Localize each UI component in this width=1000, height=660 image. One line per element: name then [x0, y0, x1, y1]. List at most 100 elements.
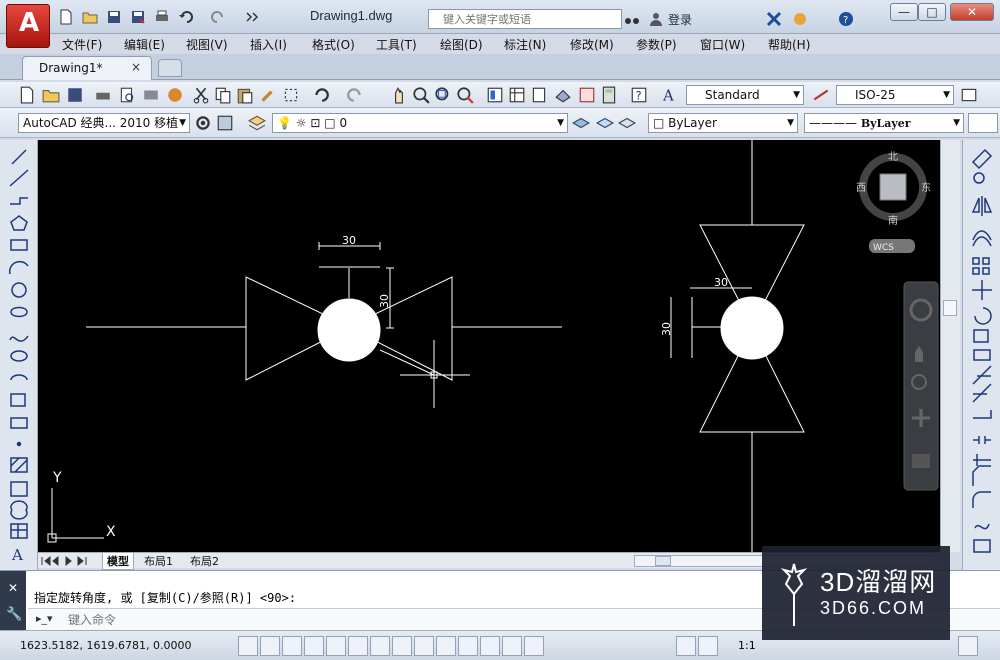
selection-cycling-button[interactable]: [524, 636, 544, 656]
plot-preview-icon[interactable]: [118, 86, 136, 104]
layer-properties-icon[interactable]: [248, 114, 266, 132]
paste-icon[interactable]: [236, 86, 254, 104]
app-menu-button[interactable]: A: [6, 4, 50, 48]
menu-modify[interactable]: 修改(M): [570, 36, 614, 53]
text-style-select[interactable]: Standard ▼: [686, 85, 804, 105]
menu-help[interactable]: 帮助(H): [768, 36, 810, 53]
new-file-icon[interactable]: [58, 9, 74, 25]
redo-icon[interactable]: [346, 86, 364, 104]
user-icon[interactable]: [648, 11, 664, 27]
properties-icon[interactable]: [486, 86, 504, 104]
transparency-button[interactable]: [480, 636, 500, 656]
menu-parametric[interactable]: 参数(P): [636, 36, 677, 53]
lineweight-button[interactable]: [458, 636, 478, 656]
3d-dwf-icon[interactable]: [166, 86, 184, 104]
help-icon[interactable]: ?: [838, 11, 854, 27]
layer-select[interactable]: 💡 ☼ ⊡ □ 0 ▼: [272, 113, 568, 133]
help-icon[interactable]: ?: [630, 86, 648, 104]
make-current-layer-icon[interactable]: [572, 114, 590, 132]
tab-layout1[interactable]: 布局1: [140, 553, 177, 569]
pan-icon[interactable]: [390, 86, 408, 104]
linetype-select[interactable]: ———— ByLayer ▼: [804, 113, 964, 133]
dim-style-select[interactable]: ISO-25 ▼: [836, 85, 954, 105]
viewcube[interactable]: 北 南 西 东 WCS: [856, 151, 931, 253]
restore-button[interactable]: □: [918, 3, 946, 21]
menu-tools[interactable]: 工具(T): [376, 36, 417, 53]
close-button[interactable]: ✕: [950, 3, 994, 21]
search-input[interactable]: [429, 10, 621, 28]
plot-icon[interactable]: [154, 9, 170, 25]
grid-display-button[interactable]: [282, 636, 302, 656]
new-icon[interactable]: [18, 86, 36, 104]
menu-view[interactable]: 视图(V): [186, 36, 228, 53]
quick-view-layouts-button[interactable]: [698, 636, 718, 656]
match-properties-icon[interactable]: [258, 86, 276, 104]
dim-style-icon[interactable]: [812, 86, 830, 104]
tab-close-icon[interactable]: ×: [131, 60, 141, 74]
redo-icon[interactable]: [210, 9, 226, 25]
workspace-select[interactable]: AutoCAD 经典... 2010 移植 ▼: [18, 113, 190, 133]
infer-constraints-button[interactable]: [238, 636, 258, 656]
menu-window[interactable]: 窗口(W): [700, 36, 745, 53]
binoculars-icon[interactable]: [624, 11, 640, 27]
menu-insert[interactable]: 插入(I): [250, 36, 287, 53]
login-link[interactable]: 登录: [668, 11, 692, 28]
object-snap-button[interactable]: [348, 636, 368, 656]
menu-draw[interactable]: 绘图(D): [440, 36, 483, 53]
dynamic-input-button[interactable]: [436, 636, 456, 656]
annotation-scale[interactable]: 1:1: [738, 639, 756, 652]
community-icon[interactable]: [792, 11, 808, 27]
command-input[interactable]: [68, 611, 768, 629]
command-prompt-icon[interactable]: ▸_▾: [36, 612, 53, 625]
model-space-button[interactable]: [676, 636, 696, 656]
clean-screen-icon[interactable]: [216, 114, 234, 132]
snap-mode-button[interactable]: [260, 636, 280, 656]
tab-model[interactable]: 模型: [102, 553, 134, 570]
search-box[interactable]: [428, 9, 622, 29]
layer-states-icon[interactable]: [618, 114, 636, 132]
layer-previous-icon[interactable]: [596, 114, 614, 132]
new-tab-button[interactable]: [158, 59, 182, 77]
open-file-icon[interactable]: [82, 9, 98, 25]
copy-icon[interactable]: [214, 86, 232, 104]
scrollbar-thumb[interactable]: [655, 556, 671, 566]
quick-properties-button[interactable]: [502, 636, 522, 656]
clean-screen-button[interactable]: [958, 636, 978, 656]
vertical-scrollbar[interactable]: [940, 140, 960, 552]
close-command-icon[interactable]: ✕: [8, 581, 18, 595]
command-grip[interactable]: ✕ 🔧: [0, 571, 26, 631]
tab-layout2[interactable]: 布局2: [186, 553, 223, 569]
menu-dimension[interactable]: 标注(N): [504, 36, 546, 53]
design-center-icon[interactable]: [508, 86, 526, 104]
cut-icon[interactable]: [192, 86, 210, 104]
menu-edit[interactable]: 编辑(E): [124, 36, 165, 53]
color-select[interactable]: □ ByLayer ▼: [648, 113, 798, 133]
zoom-window-icon[interactable]: [434, 86, 452, 104]
allow-ucs-button[interactable]: [414, 636, 434, 656]
ortho-mode-button[interactable]: [304, 636, 324, 656]
tab-drawing1[interactable]: Drawing1* ×: [22, 56, 152, 80]
open-icon[interactable]: [42, 86, 60, 104]
polar-tracking-button[interactable]: [326, 636, 346, 656]
object-snap-tracking-button[interactable]: [392, 636, 412, 656]
lineweight-select[interactable]: [968, 113, 998, 133]
drawing-canvas[interactable]: 30 30 30 30 Y X 北 南 西 东 WCS: [38, 140, 940, 552]
save-as-icon[interactable]: [130, 9, 146, 25]
layout-nav-arrows[interactable]: [38, 553, 98, 569]
scrollbar-thumb[interactable]: [943, 300, 957, 316]
menu-format[interactable]: 格式(O): [312, 36, 355, 53]
more-icon[interactable]: [244, 9, 260, 25]
table-style-icon[interactable]: [960, 86, 978, 104]
zoom-previous-icon[interactable]: [456, 86, 474, 104]
undo-icon[interactable]: [312, 86, 330, 104]
tool-palettes-icon[interactable]: [530, 86, 548, 104]
calculator-icon[interactable]: [600, 86, 618, 104]
3d-object-snap-button[interactable]: [370, 636, 390, 656]
menu-file[interactable]: 文件(F): [62, 36, 102, 53]
text-style-icon[interactable]: A: [662, 86, 680, 104]
exchange-icon[interactable]: [766, 11, 782, 27]
save-icon[interactable]: [106, 9, 122, 25]
zoom-realtime-icon[interactable]: [412, 86, 430, 104]
block-editor-icon[interactable]: [282, 86, 300, 104]
workspace-settings-icon[interactable]: [194, 114, 212, 132]
